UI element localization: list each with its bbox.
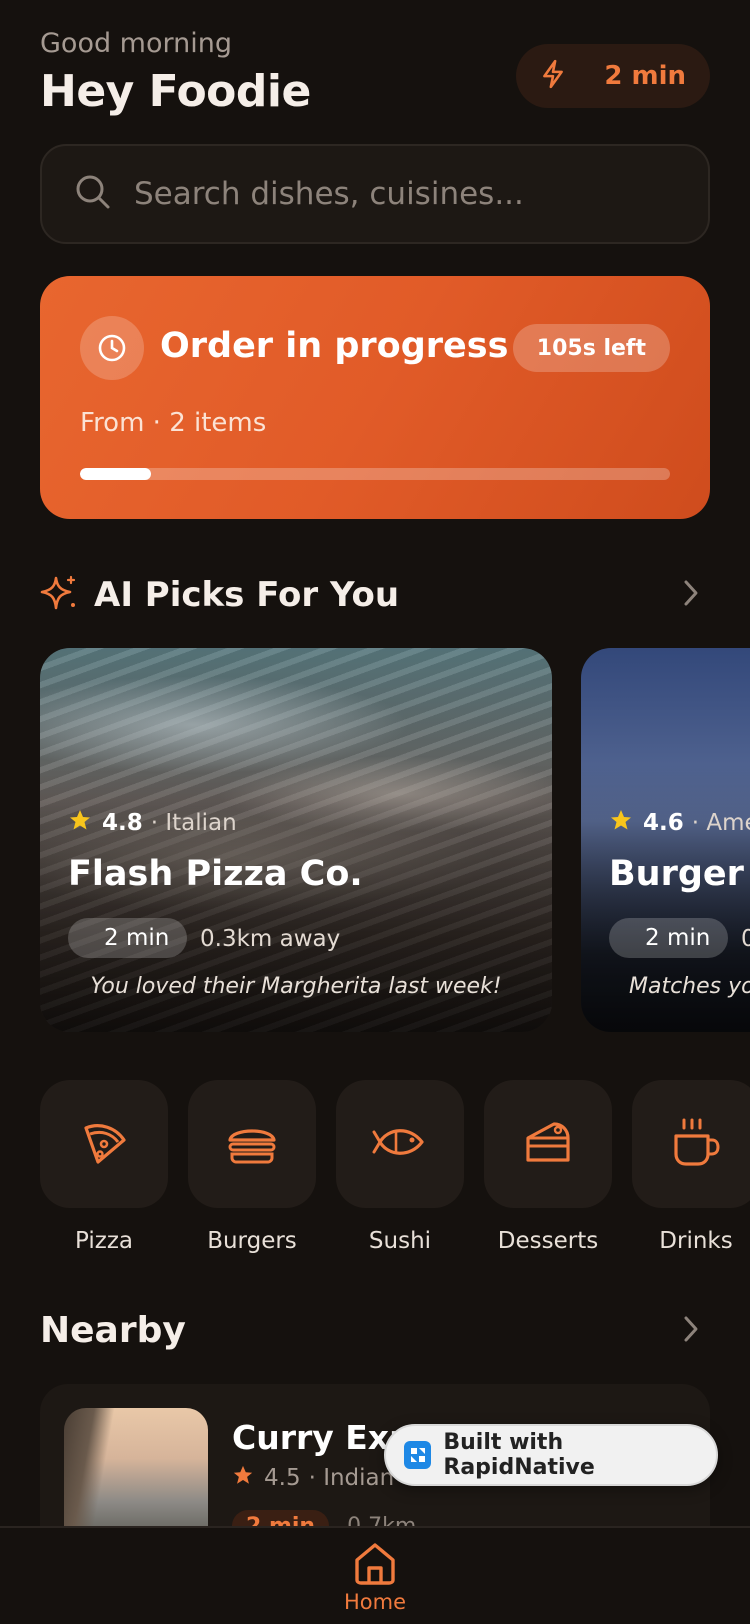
home-icon bbox=[351, 1543, 399, 1590]
category-desserts[interactable]: Desserts bbox=[484, 1080, 612, 1254]
delivery-time-chip: 2 min bbox=[609, 918, 729, 958]
order-progress-bar bbox=[80, 468, 670, 480]
search-icon bbox=[74, 173, 112, 215]
pizza-icon bbox=[76, 1114, 132, 1174]
category-row[interactable]: Pizza Burgers Sushi Desserts Drinks bbox=[40, 1080, 750, 1260]
restaurant-name: Burger E bbox=[609, 854, 750, 894]
category-label: Burgers bbox=[207, 1228, 297, 1254]
built-with-badge[interactable]: Built with RapidNative bbox=[384, 1424, 718, 1486]
category-label: Drinks bbox=[659, 1228, 733, 1254]
cuisine-label: · Italian bbox=[150, 810, 237, 836]
bolt-icon bbox=[540, 59, 566, 93]
star-icon bbox=[232, 1464, 254, 1492]
order-progress-card[interactable]: Order in progress 105s left From · 2 ite… bbox=[40, 276, 710, 519]
time-left-badge: 105s left bbox=[512, 324, 670, 372]
search-input[interactable] bbox=[134, 176, 674, 212]
section-title-nearby: Nearby bbox=[40, 1310, 186, 1351]
ai-picks-header: AI Picks For You bbox=[40, 574, 710, 616]
bottom-tab-bar: Home bbox=[0, 1526, 750, 1624]
cuisine-label: · Indian bbox=[308, 1465, 395, 1491]
tab-home[interactable]: Home bbox=[325, 1540, 425, 1614]
category-tile[interactable] bbox=[188, 1080, 316, 1208]
clock-icon bbox=[80, 316, 144, 380]
ai-pick-card[interactable]: 4.8 · Italian Flash Pizza Co. 2 min 0.3k… bbox=[40, 648, 552, 1032]
delivery-time-chip: 2 min bbox=[68, 918, 188, 958]
tab-home-label: Home bbox=[343, 1590, 406, 1614]
card-meta: 4.6 · Ame bbox=[609, 808, 750, 838]
section-title-ai-picks: AI Picks For You bbox=[94, 575, 400, 615]
category-burgers[interactable]: Burgers bbox=[188, 1080, 316, 1254]
category-pizza[interactable]: Pizza bbox=[40, 1080, 168, 1254]
star-icon bbox=[68, 808, 92, 838]
eta-value: 2 min bbox=[604, 61, 686, 91]
category-drinks[interactable]: Drinks bbox=[632, 1080, 750, 1254]
category-tile[interactable] bbox=[484, 1080, 612, 1208]
order-subtitle: From · 2 items bbox=[80, 408, 267, 438]
category-tile[interactable] bbox=[632, 1080, 750, 1208]
card-meta: 4.8 · Italian bbox=[68, 808, 237, 838]
recommendation-note: You loved their Margherita last week! bbox=[90, 974, 502, 999]
category-label: Desserts bbox=[497, 1228, 599, 1254]
fish-icon bbox=[372, 1114, 428, 1174]
rating-value: 4.5 bbox=[264, 1465, 301, 1491]
star-icon bbox=[609, 808, 633, 838]
distance-label: 0.3km away bbox=[200, 926, 341, 952]
cake-icon bbox=[520, 1114, 576, 1174]
category-label: Pizza bbox=[75, 1228, 133, 1254]
ai-picks-carousel[interactable]: 4.8 · Italian Flash Pizza Co. 2 min 0.3k… bbox=[40, 648, 750, 1032]
badge-text: Built with RapidNative bbox=[443, 1430, 595, 1480]
page-title: Hey Foodie bbox=[40, 66, 311, 117]
burger-icon bbox=[224, 1114, 280, 1174]
chevron-right-icon[interactable] bbox=[682, 1314, 700, 1348]
restaurant-name: Flash Pizza Co. bbox=[68, 854, 363, 894]
restaurant-rating: 4.5 · Indian bbox=[232, 1464, 394, 1492]
recommendation-note: Matches yo bbox=[629, 974, 750, 999]
chevron-right-icon[interactable] bbox=[682, 578, 700, 612]
greeting-text: Good morning bbox=[40, 28, 232, 59]
sparkle-icon bbox=[40, 574, 78, 616]
cup-icon bbox=[668, 1114, 724, 1174]
rapidnative-logo-icon bbox=[404, 1441, 432, 1469]
search-bar[interactable] bbox=[40, 144, 710, 244]
ai-pick-card[interactable]: 4.6 · Ame Burger E 2 min 0 Matches yo bbox=[581, 648, 750, 1032]
cuisine-label: · Ame bbox=[691, 810, 750, 836]
category-label: Sushi bbox=[368, 1228, 432, 1254]
order-title: Order in progress bbox=[160, 326, 509, 366]
category-sushi[interactable]: Sushi bbox=[336, 1080, 464, 1254]
category-tile[interactable] bbox=[40, 1080, 168, 1208]
distance-label: 0 bbox=[741, 926, 750, 952]
order-progress-fill bbox=[80, 468, 151, 480]
eta-pill[interactable]: 2 min bbox=[516, 44, 710, 108]
category-tile[interactable] bbox=[336, 1080, 464, 1208]
rating-value: 4.6 bbox=[643, 810, 684, 836]
nearby-header: Nearby bbox=[40, 1310, 710, 1351]
rating-value: 4.8 bbox=[102, 810, 143, 836]
